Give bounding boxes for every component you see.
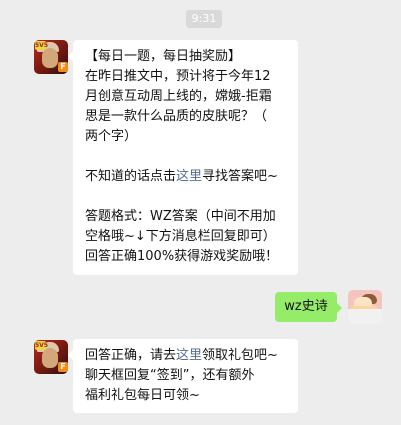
hint-prefix: 不知道的话点击 [85,169,177,184]
game-avatar[interactable]: 5V5 F [34,40,68,74]
message-line: 两个字） [85,129,138,144]
message-line: 月创意互动周上线的，嫦娥-拒霜 [85,89,272,104]
avatar-badge: F [58,362,68,372]
game-avatar-2[interactable]: 5V5 F [34,340,68,374]
message-line: 答题格式：WZ答案（中间不用加 [85,209,276,224]
message-line: 福利礼包每日可领~ [85,388,200,403]
avatar-face [42,348,58,368]
user-avatar-blanket [348,309,382,324]
timestamp: 9:31 [186,10,222,28]
incoming-message-bubble-2[interactable]: 回答正确，请去这里领取礼包吧~ 聊天框回复“签到”，还有额外 福利礼包每日可领~ [68,339,298,413]
outgoing-message-text: wz史诗 [284,299,328,314]
outgoing-message-bubble[interactable]: wz史诗 [275,292,342,322]
message-line: 空格哦~↓下方消息栏回复即可） [85,229,276,244]
hint-suffix: 寻找答案吧~ [202,169,278,184]
message-line: 在昨日推文中，预计将于今年12 [85,69,271,84]
avatar-face [42,48,58,68]
incoming-message-bubble-1[interactable]: 【每日一题，每日抽奖励】 在昨日推文中，预计将于今年12 月创意互动周上线的，嫦… [68,40,298,275]
message-line: 【每日一题，每日抽奖励】 [85,49,242,64]
reply-line: 回答正确，请去这里领取礼包吧~ [85,346,288,366]
avatar-corner-mark: 5V5 [35,41,48,50]
hint-line: 不知道的话点击这里寻找答案吧~ [85,167,288,187]
reply-prefix: 回答正确，请去 [85,348,177,363]
avatar-badge: F [58,62,68,72]
reply-suffix: 领取礼包吧~ [202,348,278,363]
gift-link[interactable]: 这里 [176,348,202,363]
message-line: 思是一款什么品质的皮肤呢？（ [85,109,268,124]
message-line: 回答正确100%获得游戏奖励哦！ [85,249,279,264]
user-avatar[interactable] [348,290,382,324]
avatar-corner-mark: 5V5 [35,341,48,350]
message-line: 聊天框回复“签到”，还有额外 [85,368,255,383]
answer-link[interactable]: 这里 [176,169,202,184]
